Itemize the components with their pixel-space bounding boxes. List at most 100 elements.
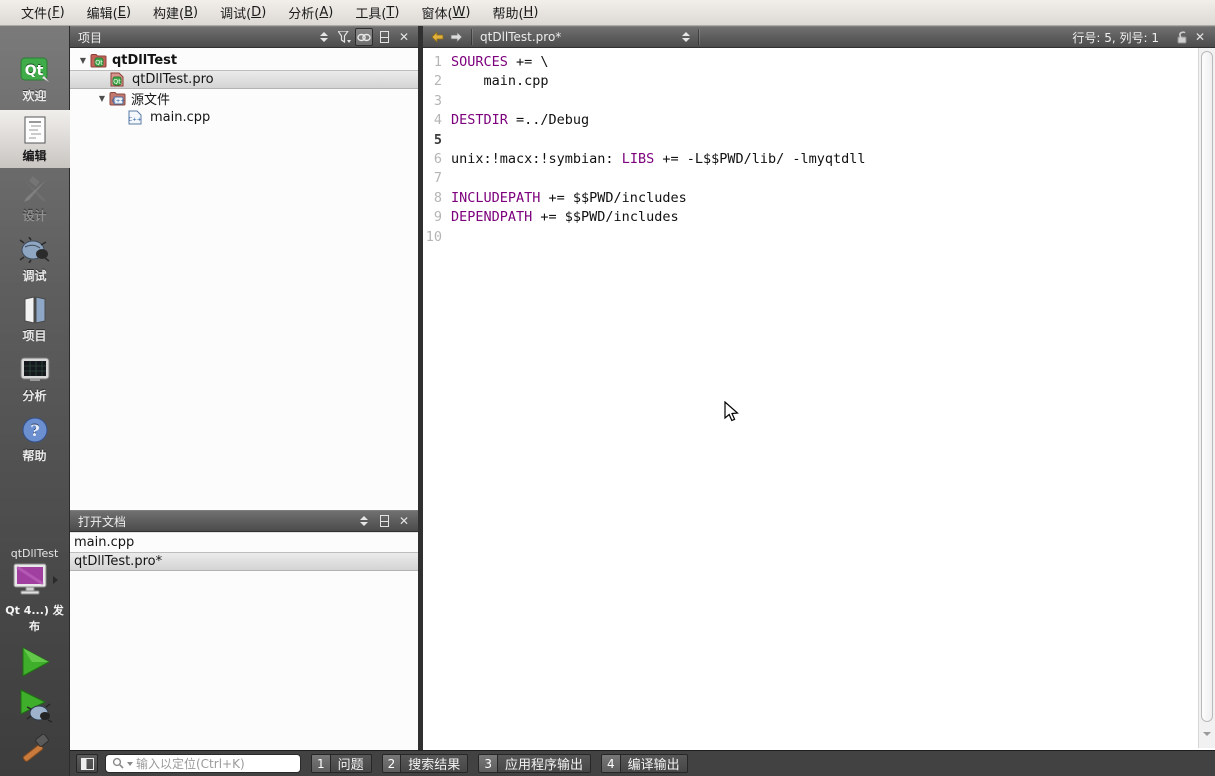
scroll-down-icon[interactable]	[1201, 726, 1213, 742]
close-split-icon[interactable]: ✕	[1191, 28, 1209, 46]
split-pane-icon[interactable]	[375, 28, 393, 46]
output-pane-search-results[interactable]: 2 搜索结果	[381, 754, 469, 773]
target-kit-name: Qt 4...) 发布	[5, 604, 64, 633]
menu-analyze[interactable]: 分析(A)	[277, 0, 344, 26]
code-line-current: 5	[433, 131, 442, 148]
tree-row-main-cpp[interactable]: C++ main.cpp	[70, 108, 418, 127]
mode-label: 帮助	[22, 449, 47, 463]
mode-label: 调试	[22, 269, 47, 283]
mode-label: 欢迎	[22, 89, 47, 103]
code-line: 1 SOURCES += \	[433, 54, 549, 70]
file-lock-icon[interactable]	[1173, 28, 1191, 46]
code-line: 7	[433, 170, 442, 187]
mode-analyze[interactable]: 分析	[0, 350, 70, 408]
locator-search-box[interactable]	[105, 754, 301, 773]
code-line: 3	[433, 92, 442, 109]
mode-design: 设计	[0, 170, 70, 228]
cursor-position-indicator: 行号: 5, 列号: 1	[1072, 30, 1159, 45]
svg-text:C++: C++	[112, 99, 125, 105]
menu-help[interactable]: 帮助(H)	[481, 0, 549, 26]
debug-run-button[interactable]	[17, 689, 53, 727]
target-monitor-icon	[11, 563, 49, 600]
editor-vertical-scrollbar[interactable]	[1198, 48, 1215, 748]
code-line: 6 unix:!macx:!symbian: LIBS += -L$$PWD/li…	[433, 151, 866, 168]
current-file-name: qtDllTest.pro*	[480, 30, 562, 44]
qt-project-folder-icon: Qt	[90, 53, 107, 68]
open-documents-pane-header: 打开文档 ✕	[70, 510, 418, 532]
go-back-icon[interactable]	[427, 28, 447, 46]
close-pane-icon[interactable]: ✕	[395, 512, 413, 530]
code-line: 4 DESTDIR =../Debug	[433, 112, 590, 129]
pane-label: 搜索结果	[408, 758, 461, 773]
pro-file-icon: Qt	[110, 72, 127, 87]
design-tools-icon	[19, 175, 51, 205]
target-expand-arrow-icon[interactable]	[52, 575, 59, 588]
tree-label: qtDllTest	[112, 53, 178, 68]
cpp-file-icon: C++	[128, 110, 145, 125]
mode-help[interactable]: ? 帮助	[0, 410, 70, 468]
scrollbar-thumb[interactable]	[1201, 51, 1213, 722]
close-pane-icon[interactable]: ✕	[395, 28, 413, 46]
build-hammer-button[interactable]	[18, 733, 52, 772]
qt-logo-icon: Qt	[19, 55, 51, 85]
target-selector[interactable]: qtDllTest Qt 4...) 发布	[0, 547, 69, 634]
open-file-dropdown[interactable]: qtDllTest.pro*	[476, 26, 694, 48]
mode-edit[interactable]: 编辑	[0, 110, 70, 168]
navigation-column: 项目 ✕ ▼ Qt qtDllTest Qt qtDllTest.pro ▼ C…	[70, 26, 423, 750]
split-pane-icon[interactable]	[375, 512, 393, 530]
menu-window[interactable]: 窗体(W)	[410, 0, 481, 26]
code-lines: 1 SOURCES += \ 2 main.cpp 3 4 DESTDIR =../…	[423, 48, 1215, 247]
toggle-sidebar-button[interactable]	[76, 754, 98, 773]
sources-folder-icon: C++	[109, 91, 126, 106]
svg-text:?: ?	[30, 421, 39, 440]
bug-icon	[19, 235, 51, 265]
expand-triangle-icon[interactable]: ▼	[97, 94, 107, 103]
tree-label: 源文件	[131, 93, 171, 108]
open-documents-pane-title: 打开文档	[78, 514, 127, 529]
editor-column: qtDllTest.pro* 行号: 5, 列号: 1 ✕ 1 SOURCES +…	[423, 26, 1215, 750]
output-pane-application-output[interactable]: 3 应用程序输出	[478, 754, 591, 773]
svg-text:Qt: Qt	[113, 78, 121, 86]
open-document-row[interactable]: qtDllTest.pro*	[70, 552, 418, 571]
go-forward-icon[interactable]	[447, 28, 467, 46]
output-pane-compile-output[interactable]: 4 编译输出	[600, 754, 688, 773]
projects-folder-icon	[19, 295, 51, 325]
code-line: 10	[425, 228, 442, 245]
editor-toolbar: qtDllTest.pro* 行号: 5, 列号: 1 ✕	[423, 26, 1215, 48]
menu-build[interactable]: 构建(B)	[142, 0, 209, 26]
pane-combo-icon[interactable]	[355, 512, 373, 530]
locator-input[interactable]	[136, 756, 294, 771]
run-button[interactable]	[18, 646, 52, 682]
tree-row-project-root[interactable]: ▼ Qt qtDllTest	[70, 51, 418, 70]
svg-text:Qt: Qt	[24, 63, 43, 79]
open-document-label: qtDllTest.pro*	[74, 554, 163, 569]
code-editor[interactable]: 1 SOURCES += \ 2 main.cpp 3 4 DESTDIR =../…	[423, 48, 1215, 750]
search-options-icon[interactable]	[127, 761, 133, 766]
mode-debug[interactable]: 调试	[0, 230, 70, 288]
sync-with-editor-icon[interactable]	[355, 28, 373, 46]
menu-tools[interactable]: 工具(T)	[344, 0, 410, 26]
mode-label: 编辑	[22, 149, 47, 163]
open-document-row[interactable]: main.cpp	[70, 533, 418, 552]
menu-bar: 文件(F) 编辑(E) 构建(B) 调试(D) 分析(A) 工具(T) 窗体(W…	[0, 0, 1215, 26]
open-documents-list: main.cpp qtDllTest.pro*	[70, 532, 418, 750]
projects-pane-title: 项目	[78, 30, 103, 45]
tree-row-pro-file[interactable]: Qt qtDllTest.pro	[70, 70, 418, 89]
mode-welcome[interactable]: Qt 欢迎	[0, 50, 70, 108]
tree-label: qtDllTest.pro	[132, 72, 214, 87]
menu-file[interactable]: 文件(F)	[10, 0, 76, 26]
help-icon: ?	[19, 415, 51, 445]
expand-triangle-icon[interactable]: ▼	[78, 56, 88, 65]
pane-combo-icon[interactable]	[315, 28, 333, 46]
menu-debug[interactable]: 调试(D)	[209, 0, 277, 26]
mode-projects[interactable]: 项目	[0, 290, 70, 348]
menu-edit[interactable]: 编辑(E)	[76, 0, 142, 26]
pane-label: 应用程序输出	[504, 758, 583, 773]
output-pane-issues[interactable]: 1 问题	[311, 754, 372, 773]
project-tree: ▼ Qt qtDllTest Qt qtDllTest.pro ▼ C++ 源文…	[70, 48, 418, 510]
tree-row-sources-folder[interactable]: ▼ C++ 源文件	[70, 89, 418, 108]
filter-icon[interactable]	[335, 28, 353, 46]
pane-number: 4	[601, 755, 621, 772]
mode-sidebar: Qt 欢迎 编辑 设计 调试 项目 分析 ? 帮助 qtDllTest Qt 4…	[0, 26, 70, 776]
mode-label: 分析	[22, 389, 47, 403]
